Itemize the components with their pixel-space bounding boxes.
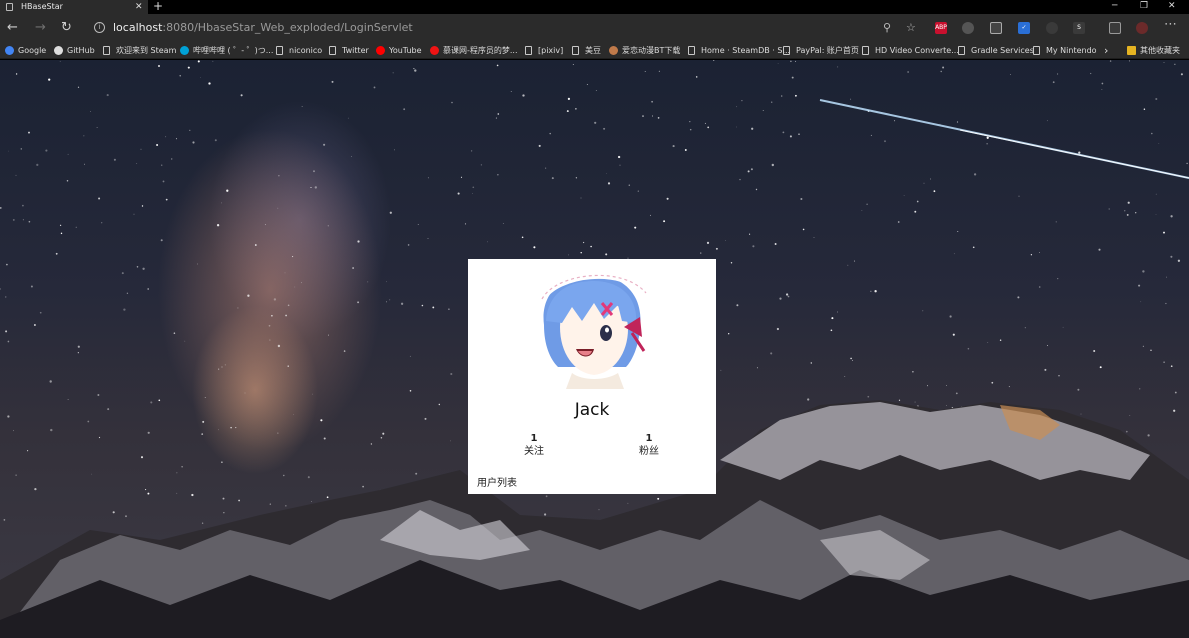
bookmark-label: Gradle Services [971,46,1034,55]
anime-icon [609,46,618,55]
bookmark-label: 慕课网-程序员的梦... [443,46,518,55]
url-text[interactable]: localhost:8080/HbaseStar_Web_exploded/Lo… [113,21,413,34]
following-count: 1 [530,433,538,444]
extension-s-icon[interactable]: S [1073,22,1085,34]
page-background: Jack 1 关注 1 粉丝 用户列表 [0,60,1189,638]
youtube-icon [376,46,385,55]
page-icon [525,46,532,55]
profile-avatar-icon[interactable] [1136,22,1148,34]
bookmark-label: 欢迎来到 Steam [116,46,177,55]
collections-icon[interactable] [1109,22,1121,34]
google-icon [5,46,14,55]
page-icon [329,46,336,55]
tab-title: HBaseStar [21,2,63,11]
key-icon[interactable]: ⚲ [883,22,891,34]
url-host: localhost [113,21,163,34]
bilibili-icon [180,46,189,55]
folder-icon [1127,46,1136,55]
bookmark-label: 美豆 [585,46,601,55]
bookmark-label: YouTube [389,46,422,55]
bookmark-label: Google [18,46,47,55]
forward-icon[interactable]: → [35,20,46,36]
address-bar: ← → ↻ i localhost:8080/HbaseStar_Web_exp… [0,14,1189,42]
minimize-icon[interactable]: ─ [1112,0,1117,12]
bookmark-label: 哔哩哔哩 ( ゜- ゜)つ... [193,46,274,55]
profile-card: Jack 1 关注 1 粉丝 用户列表 [468,259,716,494]
imooc-icon [430,46,439,55]
bookmark-label: [pixiv] [538,46,564,55]
adblock-icon[interactable]: ABP [935,22,947,34]
bookmark-label: 爱恋动漫BT下载 [622,46,681,55]
page-icon [958,46,965,55]
page-icon [1033,46,1040,55]
new-tab-button[interactable]: + [153,0,163,13]
page-icon [783,46,790,55]
page-icon [862,46,869,55]
page-icon [276,46,283,55]
back-icon[interactable]: ← [7,20,18,36]
followers-stat[interactable]: 1 粉丝 [619,433,679,458]
bookmark-label: PayPal: 账户首页 [796,46,859,55]
reload-icon[interactable]: ↻ [61,20,72,36]
extension-shield-icon[interactable] [962,22,974,34]
page-icon [103,46,110,55]
window-close-icon[interactable]: ✕ [1168,0,1176,12]
avatar [532,263,652,389]
profile-name: Jack [574,400,610,420]
page-icon [572,46,579,55]
page-icon [6,3,13,11]
bookmarks-bar: Google GitHub 欢迎来到 Steam 哔哩哔哩 ( ゜- ゜)つ... ni… [0,42,1189,59]
following-label: 关注 [524,446,544,457]
star-icon[interactable]: ☆ [906,22,916,34]
user-list-link[interactable]: 用户列表 [477,474,517,489]
bookmark-label: GitHub [67,46,95,55]
more-icon[interactable]: ⋯ [1164,18,1177,31]
tab-strip: HBaseStar ✕ + ─ ❐ ✕ [0,0,1189,14]
bookmark-label: My Nintendo [1046,46,1097,55]
close-icon[interactable]: ✕ [135,0,143,14]
github-icon [54,46,63,55]
extension-check-icon[interactable]: ✓ [1018,22,1030,34]
browser-tab[interactable]: HBaseStar ✕ [0,0,148,14]
site-info-icon[interactable]: i [94,22,105,33]
chevron-right-icon[interactable]: › [1104,42,1108,59]
following-stat[interactable]: 1 关注 [504,433,564,458]
url-field[interactable]: i localhost:8080/HbaseStar_Web_exploded/… [86,18,926,39]
extension-bulb-icon[interactable] [1046,22,1058,34]
other-bookmarks-label: 其他收藏夹 [1140,46,1180,55]
url-path: :8080/HbaseStar_Web_exploded/LoginServle… [162,21,413,34]
bookmark-label: Home · SteamDB · S... [701,46,791,55]
extension-window-icon[interactable] [990,22,1002,34]
followers-count: 1 [645,433,653,444]
restore-icon[interactable]: ❐ [1140,0,1148,12]
bookmark-label: HD Video Converte... [875,46,959,55]
page-icon [688,46,695,55]
followers-label: 粉丝 [639,446,659,457]
bookmark-label: niconico [289,46,323,55]
bookmark-label: Twitter [342,46,369,55]
